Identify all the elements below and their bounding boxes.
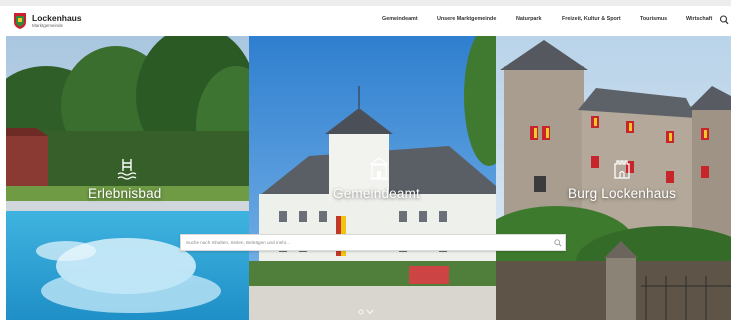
hero-search-button[interactable] [551,235,565,250]
hero-title-burg-lockenhaus: Burg Lockenhaus [568,186,677,201]
pool-icon [117,159,137,180]
chevron-down-icon[interactable] [356,308,376,316]
hero-section: Erlebnisbad Gemeindeamt Burg Lockenhaus … [6,36,731,320]
hero-title-erlebnisbad: Erlebnisbad [88,186,162,201]
nav-item-naturpark[interactable]: Naturpark [516,16,541,22]
hero-panel-erlebnisbad[interactable]: Erlebnisbad [6,36,249,320]
search-icon [554,238,562,247]
nav-item-unsere-marktgemeinde[interactable]: Unsere Marktgemeinde [437,16,496,22]
hero-title-gemeindeamt: Gemeindeamt [333,186,420,201]
search-icon[interactable] [719,14,729,26]
hero-panel-burg-lockenhaus[interactable]: Burg Lockenhaus [496,36,731,320]
nav-item-freizeit-kultur-sport[interactable]: Freizeit, Kultur & Sport [562,16,621,22]
castle-icon [614,160,630,179]
nav-item-gemeindeamt[interactable]: Gemeindeamt [382,16,418,22]
nav-item-wirtschaft[interactable]: Wirtschaft [686,16,712,22]
main-navigation: Gemeindeamt Unsere Marktgemeinde Naturpa… [6,6,731,36]
hero-panel-gemeindeamt[interactable]: Gemeindeamt [249,36,496,320]
site-header: Lockenhaus Marktgemeinde Gemeindeamt Uns… [6,6,731,36]
town-hall-icon [369,157,389,180]
nav-item-tourismus[interactable]: Tourismus [640,16,667,22]
hero-search-input[interactable] [181,235,551,250]
hero-search-bar [180,234,566,251]
